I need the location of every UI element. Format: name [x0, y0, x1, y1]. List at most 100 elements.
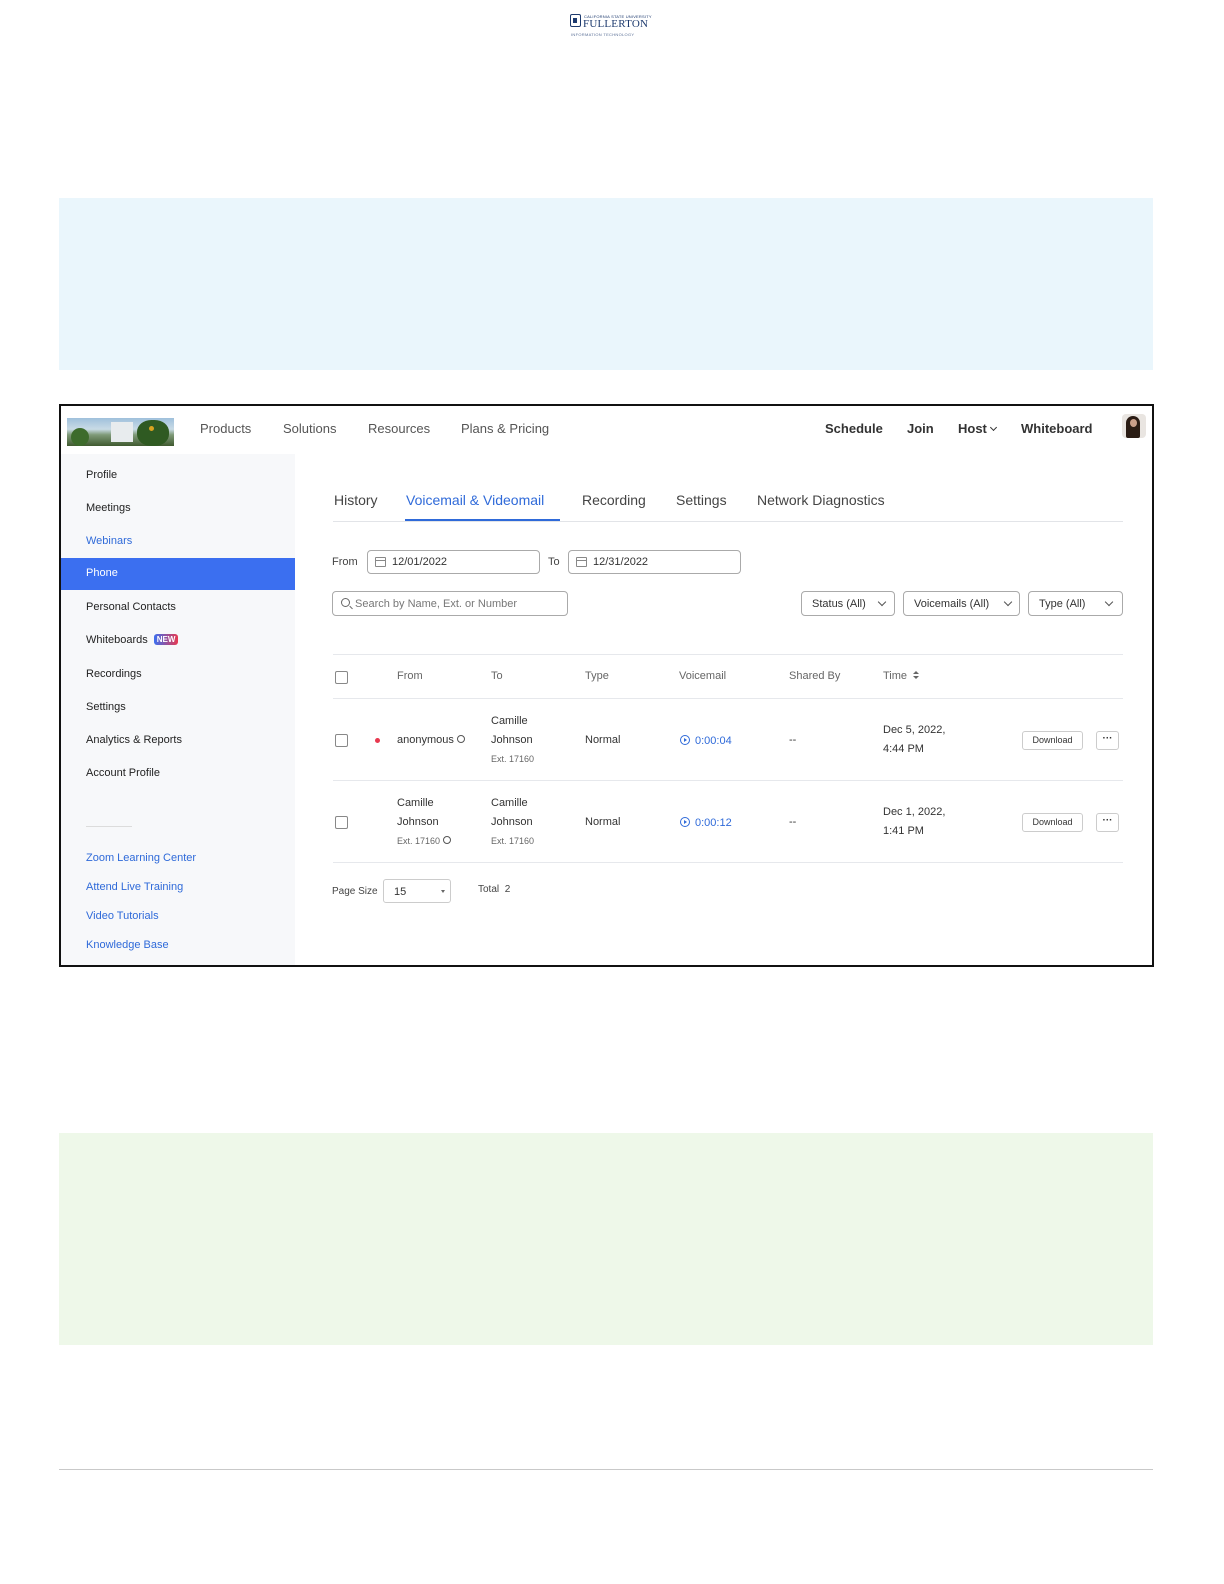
table-top-divider — [333, 654, 1123, 655]
search-icon — [341, 598, 350, 607]
tab-history[interactable]: History — [334, 492, 378, 508]
logo-main-text: FULLERTON — [583, 18, 649, 30]
avatar[interactable] — [1122, 414, 1146, 438]
sidebar-divider — [86, 826, 132, 827]
more-options-button[interactable]: ··· — [1096, 813, 1119, 832]
row-to-ext: Ext. 17160 — [491, 836, 535, 846]
tab-voicemail-videomail[interactable]: Voicemail & Videomail — [406, 492, 544, 508]
voicemails-filter-dropdown[interactable]: Voicemails (All) — [903, 591, 1020, 616]
row-time-date: Dec 5, 2022, — [883, 724, 946, 736]
nav-host-label: Host — [958, 421, 987, 436]
row-from-ext-line: Ext. 17160 — [397, 832, 452, 851]
sidebar-item-phone-label: Phone — [86, 567, 118, 579]
download-button[interactable]: Download — [1022, 731, 1083, 750]
tip-callout-band — [59, 1133, 1153, 1345]
nav-solutions[interactable]: Solutions — [283, 421, 336, 436]
row-to-line2: Johnson — [491, 734, 533, 746]
nav-schedule[interactable]: Schedule — [825, 421, 883, 436]
type-filter-dropdown[interactable]: Type (All) — [1028, 591, 1123, 616]
sidebar-item-whiteboards[interactable]: Whiteboards NEW — [86, 634, 179, 646]
row-voicemail-player[interactable]: 0:00:04 — [680, 734, 732, 747]
campus-banner-image[interactable] — [67, 418, 174, 446]
nav-resources[interactable]: Resources — [368, 421, 430, 436]
top-navigation: Products Solutions Resources Plans & Pri… — [61, 406, 1152, 452]
column-header-from: From — [397, 670, 423, 682]
link-attend-live-training[interactable]: Attend Live Training — [86, 881, 183, 893]
select-all-checkbox[interactable] — [335, 671, 348, 684]
row-to-ext: Ext. 17160 — [491, 754, 535, 764]
logo-sub-text: INFORMATION TECHNOLOGY — [571, 32, 635, 37]
row-to: Camille Johnson Ext. 17160 — [491, 794, 534, 851]
row-to-line2: Johnson — [491, 816, 533, 828]
calendar-icon — [576, 557, 587, 567]
search-input[interactable] — [355, 596, 560, 612]
nav-host[interactable]: Host — [958, 421, 997, 436]
active-tab-indicator — [405, 519, 560, 521]
play-icon — [680, 735, 690, 745]
sidebar: Profile Meetings Webinars Phone Personal… — [61, 454, 295, 965]
row-time: Dec 5, 2022, 4:44 PM — [883, 721, 945, 759]
row-time-clock: 4:44 PM — [883, 743, 924, 755]
sidebar-item-analytics-reports[interactable]: Analytics & Reports — [86, 734, 182, 746]
more-options-button[interactable]: ··· — [1096, 731, 1119, 750]
sidebar-item-webinars[interactable]: Webinars — [86, 535, 132, 547]
from-date-value: 12/01/2022 — [392, 556, 448, 568]
sort-icon — [913, 671, 920, 680]
column-header-time[interactable]: Time — [883, 670, 920, 682]
to-date-field[interactable]: 12/31/2022 — [568, 550, 741, 574]
verified-icon — [456, 735, 465, 743]
total-label: Total — [478, 884, 500, 895]
info-callout-band — [59, 198, 1153, 370]
total-count: Total 2 — [478, 884, 510, 895]
row-time: Dec 1, 2022, 1:41 PM — [883, 803, 945, 841]
nav-plans-pricing[interactable]: Plans & Pricing — [461, 421, 549, 436]
sidebar-item-account-profile[interactable]: Account Profile — [86, 767, 160, 779]
zoom-phone-screenshot: Products Solutions Resources Plans & Pri… — [59, 404, 1154, 967]
row-from: Camille Johnson Ext. 17160 — [397, 794, 452, 851]
nav-products[interactable]: Products — [200, 421, 251, 436]
row-from-line2: Johnson — [397, 816, 439, 828]
sidebar-item-whiteboards-label: Whiteboards — [86, 634, 148, 646]
column-header-time-label: Time — [883, 670, 908, 682]
new-badge: NEW — [153, 634, 179, 645]
link-zoom-learning-center[interactable]: Zoom Learning Center — [86, 852, 196, 864]
row-from: anonymous — [397, 731, 465, 750]
row-voicemail-player[interactable]: 0:00:12 — [680, 816, 732, 829]
voicemails-filter-value: Voicemails (All) — [914, 598, 990, 610]
link-video-tutorials[interactable]: Video Tutorials — [86, 910, 159, 922]
sidebar-item-meetings[interactable]: Meetings — [86, 502, 131, 514]
type-filter-value: Type (All) — [1039, 598, 1086, 610]
download-button[interactable]: Download — [1022, 813, 1083, 832]
sidebar-item-settings[interactable]: Settings — [86, 701, 126, 713]
nav-join[interactable]: Join — [907, 421, 934, 436]
chevron-down-icon — [1003, 597, 1013, 607]
row-checkbox[interactable] — [335, 734, 348, 747]
total-value: 2 — [504, 884, 511, 895]
university-seal-icon — [570, 14, 581, 27]
column-header-shared-by: Shared By — [789, 670, 841, 682]
row-divider — [333, 780, 1123, 781]
unread-dot-icon — [375, 738, 380, 743]
page-size-select[interactable]: 15 — [383, 879, 451, 903]
row-checkbox[interactable] — [335, 816, 348, 829]
page-size-value: 15 — [394, 886, 407, 898]
row-to-line1: Camille — [491, 715, 528, 727]
row-time-clock: 1:41 PM — [883, 825, 924, 837]
tab-recording[interactable]: Recording — [582, 492, 646, 508]
sidebar-item-phone[interactable]: Phone — [61, 558, 295, 590]
row-voicemail-duration: 0:00:12 — [695, 817, 732, 829]
from-date-field[interactable]: 12/01/2022 — [367, 550, 540, 574]
chevron-down-icon — [877, 597, 887, 607]
status-filter-dropdown[interactable]: Status (All) — [801, 591, 895, 616]
tab-settings[interactable]: Settings — [676, 492, 727, 508]
tab-network-diagnostics[interactable]: Network Diagnostics — [757, 492, 885, 508]
row-to: Camille Johnson Ext. 17160 — [491, 712, 534, 769]
row-type: Normal — [585, 734, 621, 746]
sidebar-item-personal-contacts[interactable]: Personal Contacts — [86, 601, 176, 613]
row-from-line1: Camille — [397, 797, 434, 809]
calendar-icon — [375, 557, 386, 567]
sidebar-item-profile[interactable]: Profile — [86, 469, 117, 481]
sidebar-item-recordings[interactable]: Recordings — [86, 668, 142, 680]
link-knowledge-base[interactable]: Knowledge Base — [86, 939, 169, 951]
nav-whiteboard[interactable]: Whiteboard — [1021, 421, 1093, 436]
